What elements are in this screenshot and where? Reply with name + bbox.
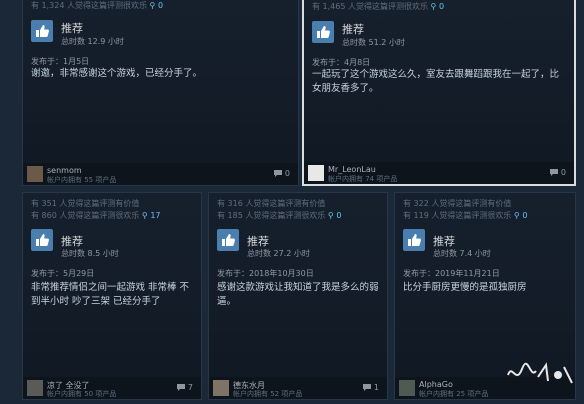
review-footer: 凉了 全没了 帐户内拥有 50 项产品 7 — [23, 377, 201, 399]
recommend-label: 推荐 — [61, 22, 83, 35]
recommend-label: 推荐 — [433, 235, 455, 248]
avatar[interactable] — [27, 166, 43, 182]
helpful-funny-text: 有 860 人觉得这篇评测很欢乐 — [31, 211, 140, 220]
recommend-label: 推荐 — [247, 235, 269, 248]
comment-icon — [362, 384, 371, 391]
comment-icon — [273, 170, 282, 177]
products-owned: 帐户内拥有 55 项产品 — [47, 176, 117, 184]
review-footer: senmom 帐户内拥有 55 项产品 0 — [23, 163, 298, 185]
award-icon[interactable]: ⚲ — [150, 1, 156, 10]
comment-icon — [549, 169, 558, 176]
award-icon[interactable]: ⚲ — [142, 211, 148, 220]
comment-count-button[interactable]: 1 — [362, 383, 379, 392]
helpful-value-text: 有 316 人觉得这篇评测有价值 — [217, 199, 326, 208]
comment-count: 7 — [187, 383, 193, 392]
playtime-hours: 总时数 8.5 小时 — [61, 249, 119, 258]
helpful-value-text: 有 351 人觉得这篇评测有价值 — [31, 199, 140, 208]
comment-count-button[interactable]: 0 — [273, 169, 290, 178]
posted-date: 发布于：4月8日 — [312, 58, 371, 67]
products-owned: 帐户内拥有 52 项产品 — [233, 390, 303, 398]
recommend-label: 推荐 — [61, 235, 83, 248]
helpful-funny-text: 有 185 人觉得这篇评测很欢乐 — [217, 211, 326, 220]
award-icon[interactable]: ⚲ — [328, 211, 334, 220]
helpful-value-text: 有 322 人觉得这篇评测有价值 — [403, 199, 512, 208]
posted-date: 发布于：2019年11月21日 — [403, 269, 500, 278]
products-owned: 帐户内拥有 50 项产品 — [47, 390, 117, 398]
review-footer: 德东水月 帐户内拥有 52 项产品 1 — [209, 377, 387, 399]
review-card[interactable]: 有 351 人觉得这篇评测有价值 有 860 人觉得这篇评测很欢乐 ⚲ 17 推… — [22, 192, 202, 400]
author-name[interactable]: senmom — [47, 166, 82, 175]
avatar[interactable] — [308, 165, 324, 181]
comment-count: 0 — [560, 168, 566, 177]
posted-date: 发布于：2018年10月30日 — [217, 269, 314, 278]
helpful-funny-text: 有 119 人觉得这篇评测很欢乐 — [403, 211, 512, 220]
posted-date: 发布于：5月29日 — [31, 269, 95, 278]
helpful-funny-text: 有 1,465 人觉得这篇评测很欢乐 — [312, 2, 428, 11]
comment-count: 1 — [373, 383, 379, 392]
avatar[interactable] — [27, 380, 43, 396]
thumbs-up-icon — [312, 21, 334, 43]
author-name[interactable]: AlphaGo — [419, 380, 453, 389]
award-icon[interactable]: ⚲ — [514, 211, 520, 220]
thumbs-up-icon — [31, 20, 53, 42]
avatar[interactable] — [213, 380, 229, 396]
review-text: 非常推荐情侣之间一起游戏 非常棒 不到半小时 吵了三架 已经分手了 — [31, 282, 190, 307]
recommend-label: 推荐 — [342, 23, 364, 36]
award-count: 17 — [150, 211, 161, 220]
playtime-hours: 总时数 12.9 小时 — [61, 37, 124, 46]
award-icon[interactable]: ⚲ — [431, 2, 437, 11]
review-text: 感谢这款游戏让我知道了我是多么的弱逼。 — [217, 282, 379, 307]
comment-count-button[interactable]: 0 — [549, 168, 566, 177]
award-count: 0 — [157, 1, 164, 10]
thumbs-up-icon — [217, 229, 239, 251]
posted-date: 发布于：1月5日 — [31, 57, 90, 66]
products-owned: 帐户内拥有 25 项产品 — [419, 390, 489, 398]
review-footer: Mr_LeonLau 帐户内拥有 74 项产品 0 — [304, 162, 574, 184]
review-card[interactable]: 有 1,324 人觉得这篇评测很欢乐 ⚲ 0 推荐 总时数 12.9 小时 发布… — [22, 0, 299, 186]
review-card[interactable]: 有 316 人觉得这篇评测有价值 有 185 人觉得这篇评测很欢乐 ⚲ 0 推荐… — [208, 192, 388, 400]
review-card[interactable]: 有 1,465 人觉得这篇评测很欢乐 ⚲ 0 推荐 总时数 51.2 小时 发布… — [302, 0, 576, 186]
comment-count-button[interactable]: 7 — [176, 383, 193, 392]
helpful-funny-text: 有 1,324 人觉得这篇评测很欢乐 — [31, 1, 147, 10]
playtime-hours: 总时数 27.2 小时 — [247, 249, 310, 258]
comment-count: 0 — [284, 169, 290, 178]
playtime-hours: 总时数 51.2 小时 — [342, 38, 405, 47]
review-text: 一起玩了这个游戏这么久，室友去跟舞蹈跟我在一起了，比女朋友香多了。 — [312, 69, 560, 94]
award-count: 0 — [522, 211, 528, 220]
review-text: 谢邀，非常感谢这个游戏，已经分手了。 — [31, 68, 203, 79]
avatar[interactable] — [399, 380, 415, 396]
thumbs-up-icon — [31, 229, 53, 251]
author-name[interactable]: Mr_LeonLau — [328, 165, 376, 174]
playtime-hours: 总时数 7.4 小时 — [433, 249, 491, 258]
watermark-logo — [507, 362, 573, 384]
comment-icon — [176, 384, 185, 391]
award-count: 0 — [438, 2, 445, 11]
award-count: 0 — [336, 211, 342, 220]
thumbs-up-icon — [403, 229, 425, 251]
review-text: 比分手厨房更慢的是孤独厨房 — [403, 282, 527, 293]
products-owned: 帐户内拥有 74 项产品 — [328, 175, 398, 183]
